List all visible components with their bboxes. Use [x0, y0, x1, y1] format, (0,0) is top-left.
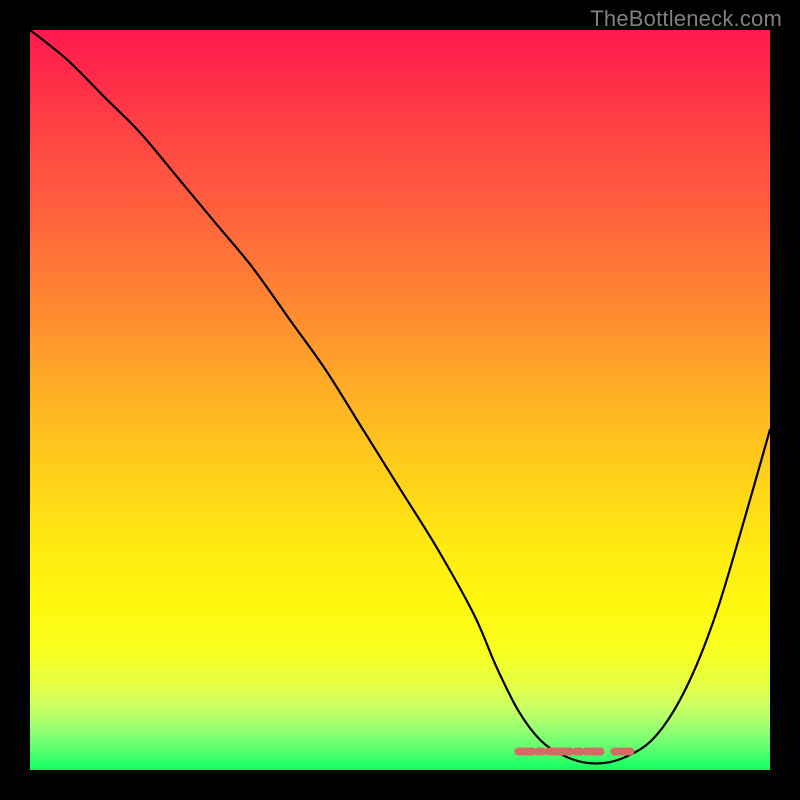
curve-layer: [30, 30, 770, 770]
chart-frame: TheBottleneck.com: [0, 0, 800, 800]
plot-area: [30, 30, 770, 770]
bottleneck-curve: [30, 30, 770, 764]
attribution-label: TheBottleneck.com: [590, 6, 782, 32]
